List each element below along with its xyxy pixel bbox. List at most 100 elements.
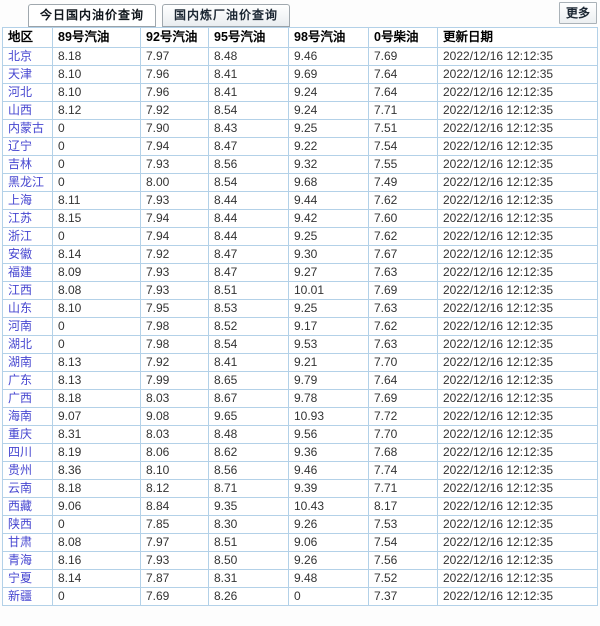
price-92-cell: 7.98: [141, 318, 209, 336]
region-cell: 安徽: [3, 246, 53, 264]
region-link[interactable]: 贵州: [8, 463, 32, 477]
region-link[interactable]: 海南: [8, 409, 32, 423]
price-89-cell: 8.31: [53, 426, 141, 444]
price-92-cell: 7.95: [141, 300, 209, 318]
price-98-cell: 9.22: [289, 138, 369, 156]
price-diesel-cell: 7.70: [369, 354, 438, 372]
price-98-cell: 9.78: [289, 390, 369, 408]
header-gasoline-98: 98号汽油: [289, 28, 369, 48]
table-row: 甘肃8.087.978.519.067.542022/12/16 12:12:3…: [3, 534, 598, 552]
price-95-cell: 8.71: [209, 480, 289, 498]
price-diesel-cell: 7.69: [369, 390, 438, 408]
updated-cell: 2022/12/16 12:12:35: [438, 336, 598, 354]
region-link[interactable]: 陕西: [8, 517, 32, 531]
table-row: 安徽8.147.928.479.307.672022/12/16 12:12:3…: [3, 246, 598, 264]
table-row: 上海8.117.938.449.447.622022/12/16 12:12:3…: [3, 192, 598, 210]
price-92-cell: 7.92: [141, 246, 209, 264]
region-link[interactable]: 辽宁: [8, 139, 32, 153]
price-diesel-cell: 7.71: [369, 480, 438, 498]
price-92-cell: 8.03: [141, 390, 209, 408]
table-row: 云南8.188.128.719.397.712022/12/16 12:12:3…: [3, 480, 598, 498]
table-row: 山东8.107.958.539.257.632022/12/16 12:12:3…: [3, 300, 598, 318]
price-98-cell: 9.46: [289, 462, 369, 480]
table-row: 内蒙古07.908.439.257.512022/12/16 12:12:35: [3, 120, 598, 138]
region-link[interactable]: 江苏: [8, 211, 32, 225]
price-diesel-cell: 7.69: [369, 282, 438, 300]
table-row: 辽宁07.948.479.227.542022/12/16 12:12:35: [3, 138, 598, 156]
tab-domestic-refinery-oil-price[interactable]: 国内炼厂油价查询: [162, 4, 290, 27]
price-92-cell: 7.96: [141, 66, 209, 84]
price-92-cell: 7.93: [141, 192, 209, 210]
region-link[interactable]: 云南: [8, 481, 32, 495]
tab-bar: 今日国内油价查询 国内炼厂油价查询 更多: [0, 0, 600, 27]
price-diesel-cell: 7.49: [369, 174, 438, 192]
region-link[interactable]: 山东: [8, 301, 32, 315]
region-link[interactable]: 四川: [8, 445, 32, 459]
price-diesel-cell: 7.64: [369, 84, 438, 102]
price-diesel-cell: 7.62: [369, 228, 438, 246]
region-link[interactable]: 广东: [8, 373, 32, 387]
table-row: 浙江07.948.449.257.622022/12/16 12:12:35: [3, 228, 598, 246]
price-89-cell: 8.10: [53, 300, 141, 318]
region-link[interactable]: 广西: [8, 391, 32, 405]
region-link[interactable]: 内蒙古: [8, 121, 44, 135]
updated-cell: 2022/12/16 12:12:35: [438, 516, 598, 534]
price-95-cell: 8.54: [209, 336, 289, 354]
region-link[interactable]: 湖南: [8, 355, 32, 369]
header-update-date: 更新日期: [438, 28, 598, 48]
updated-cell: 2022/12/16 12:12:35: [438, 156, 598, 174]
region-link[interactable]: 吉林: [8, 157, 32, 171]
price-98-cell: 10.43: [289, 498, 369, 516]
updated-cell: 2022/12/16 12:12:35: [438, 480, 598, 498]
price-92-cell: 7.69: [141, 588, 209, 606]
price-92-cell: 7.93: [141, 156, 209, 174]
price-89-cell: 8.11: [53, 192, 141, 210]
region-link[interactable]: 新疆: [8, 589, 32, 603]
more-link[interactable]: 更多: [559, 2, 597, 24]
table-row: 江苏8.157.948.449.427.602022/12/16 12:12:3…: [3, 210, 598, 228]
price-92-cell: 8.03: [141, 426, 209, 444]
price-diesel-cell: 7.51: [369, 120, 438, 138]
updated-cell: 2022/12/16 12:12:35: [438, 84, 598, 102]
updated-cell: 2022/12/16 12:12:35: [438, 552, 598, 570]
price-diesel-cell: 7.74: [369, 462, 438, 480]
region-link[interactable]: 山西: [8, 103, 32, 117]
price-95-cell: 8.30: [209, 516, 289, 534]
region-link[interactable]: 重庆: [8, 427, 32, 441]
price-92-cell: 7.93: [141, 552, 209, 570]
region-link[interactable]: 青海: [8, 553, 32, 567]
price-89-cell: 8.18: [53, 390, 141, 408]
region-link[interactable]: 天津: [8, 67, 32, 81]
region-link[interactable]: 江西: [8, 283, 32, 297]
region-link[interactable]: 西藏: [8, 499, 32, 513]
region-link[interactable]: 安徽: [8, 247, 32, 261]
price-diesel-cell: 7.53: [369, 516, 438, 534]
region-link[interactable]: 宁夏: [8, 571, 32, 585]
region-link[interactable]: 浙江: [8, 229, 32, 243]
price-98-cell: 9.42: [289, 210, 369, 228]
price-92-cell: 7.99: [141, 372, 209, 390]
tab-today-domestic-oil-price[interactable]: 今日国内油价查询: [28, 4, 156, 27]
region-link[interactable]: 河北: [8, 85, 32, 99]
table-row: 吉林07.938.569.327.552022/12/16 12:12:35: [3, 156, 598, 174]
price-89-cell: 0: [53, 228, 141, 246]
region-link[interactable]: 北京: [8, 49, 32, 63]
price-89-cell: 8.10: [53, 84, 141, 102]
region-cell: 贵州: [3, 462, 53, 480]
region-link[interactable]: 甘肃: [8, 535, 32, 549]
price-95-cell: 8.56: [209, 462, 289, 480]
region-link[interactable]: 黑龙江: [8, 175, 44, 189]
price-92-cell: 7.98: [141, 336, 209, 354]
region-link[interactable]: 湖北: [8, 337, 32, 351]
price-89-cell: 9.06: [53, 498, 141, 516]
header-gasoline-92: 92号汽油: [141, 28, 209, 48]
updated-cell: 2022/12/16 12:12:35: [438, 264, 598, 282]
price-diesel-cell: 7.64: [369, 372, 438, 390]
price-98-cell: 9.25: [289, 120, 369, 138]
region-link[interactable]: 福建: [8, 265, 32, 279]
region-cell: 湖南: [3, 354, 53, 372]
price-diesel-cell: 7.67: [369, 246, 438, 264]
region-link[interactable]: 河南: [8, 319, 32, 333]
price-89-cell: 0: [53, 516, 141, 534]
region-link[interactable]: 上海: [8, 193, 32, 207]
